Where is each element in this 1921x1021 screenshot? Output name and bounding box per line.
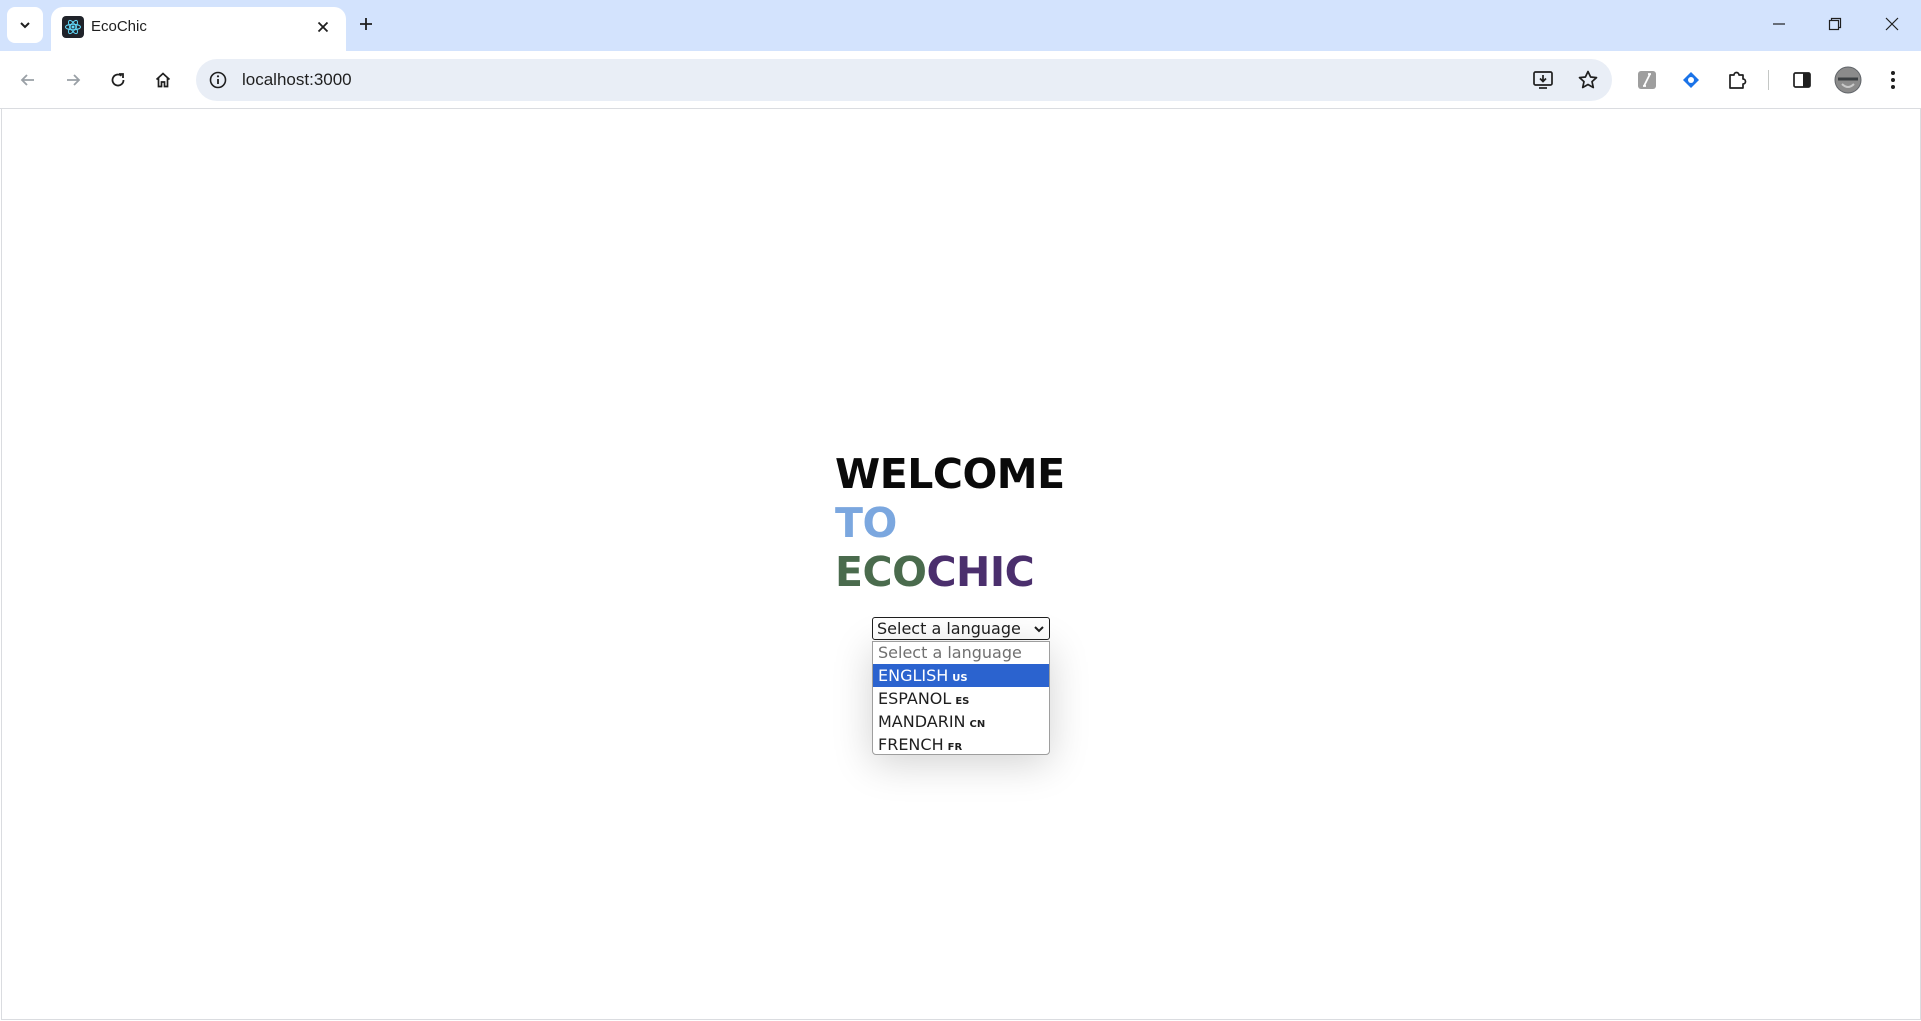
window-close-button[interactable] xyxy=(1863,0,1921,48)
info-icon xyxy=(209,71,227,89)
language-options-list: Select a language ENGLISH US ESPANOL ES MA… xyxy=(872,641,1050,755)
plus-icon xyxy=(360,18,372,30)
side-panel-button[interactable] xyxy=(1786,64,1818,96)
toolbar-divider xyxy=(1768,70,1769,90)
option-country-code: ES xyxy=(955,696,970,707)
brand-chic: CHIC xyxy=(926,548,1035,596)
browser-toolbar: localhost:3000 xyxy=(0,51,1921,109)
arrow-right-icon xyxy=(67,74,81,86)
heading-welcome: WELCOME xyxy=(835,450,1065,498)
close-icon xyxy=(317,21,329,33)
heading-brand: ECOCHIC xyxy=(835,548,1065,597)
side-panel-icon xyxy=(1793,72,1811,88)
react-atom-icon xyxy=(62,16,84,38)
tab-close-button[interactable] xyxy=(309,13,337,41)
minimize-icon xyxy=(1773,23,1785,25)
puzzle-icon xyxy=(1729,71,1747,89)
language-select[interactable]: Select a language xyxy=(872,617,1050,640)
language-option-english[interactable]: ENGLISH US xyxy=(873,664,1049,687)
option-country-code: CN xyxy=(969,719,986,730)
option-label: ENGLISH xyxy=(878,666,949,685)
forward-button[interactable] xyxy=(56,63,90,97)
star-icon xyxy=(1578,70,1598,89)
arrow-left-icon xyxy=(20,74,34,86)
site-info-button[interactable] xyxy=(206,68,230,92)
reload-icon xyxy=(111,73,125,87)
back-button[interactable] xyxy=(11,63,45,97)
home-icon xyxy=(155,72,171,88)
language-option-espanol[interactable]: ESPANOL ES xyxy=(873,687,1049,710)
option-label: Select a language xyxy=(878,643,1022,662)
extensions-menu-button[interactable] xyxy=(1721,64,1753,96)
brand-eco: ECO xyxy=(835,548,927,596)
home-button[interactable] xyxy=(146,63,180,97)
tab-strip: EcoChic xyxy=(0,0,1921,51)
extension-button[interactable] xyxy=(1631,64,1663,96)
address-bar[interactable]: localhost:3000 xyxy=(196,59,1612,101)
bookmark-button[interactable] xyxy=(1575,67,1601,93)
reload-button[interactable] xyxy=(101,63,135,97)
option-country-code: FR xyxy=(947,742,963,753)
option-label: ESPANOL xyxy=(878,689,952,708)
install-app-button[interactable] xyxy=(1530,67,1556,93)
chevron-down-icon xyxy=(1034,626,1044,633)
language-option-placeholder[interactable]: Select a language xyxy=(873,642,1049,664)
language-option-mandarin[interactable]: MANDARIN CN xyxy=(873,710,1049,733)
restore-button[interactable] xyxy=(1806,0,1864,48)
tab-title: EcoChic xyxy=(91,18,147,35)
browser-menu-button[interactable] xyxy=(1877,64,1909,96)
browser-tab[interactable]: EcoChic xyxy=(51,7,346,51)
chevron-down-icon xyxy=(20,22,30,29)
extension-gray-icon xyxy=(1638,71,1656,89)
avatar xyxy=(1834,66,1862,94)
language-option-french[interactable]: FRENCH FR xyxy=(873,733,1049,754)
extension-blue-tag-icon xyxy=(1683,72,1699,88)
minimize-button[interactable] xyxy=(1750,0,1808,48)
language-select-value: Select a language xyxy=(877,619,1021,638)
heading-to: TO xyxy=(835,499,897,547)
restore-icon xyxy=(1828,17,1842,31)
install-app-icon xyxy=(1533,71,1553,89)
option-label: MANDARIN xyxy=(878,712,966,731)
close-icon xyxy=(1885,17,1899,31)
profile-button[interactable] xyxy=(1832,64,1864,96)
url-text: localhost:3000 xyxy=(242,70,352,89)
tab-search-button[interactable] xyxy=(7,7,43,43)
new-tab-button[interactable] xyxy=(352,10,380,38)
kebab-menu-icon xyxy=(1891,71,1895,89)
welcome-heading: WELCOME TO ECOCHIC xyxy=(835,450,1065,597)
option-label: FRENCH xyxy=(878,735,944,754)
option-country-code: US xyxy=(952,673,968,684)
extension-button[interactable] xyxy=(1675,64,1707,96)
